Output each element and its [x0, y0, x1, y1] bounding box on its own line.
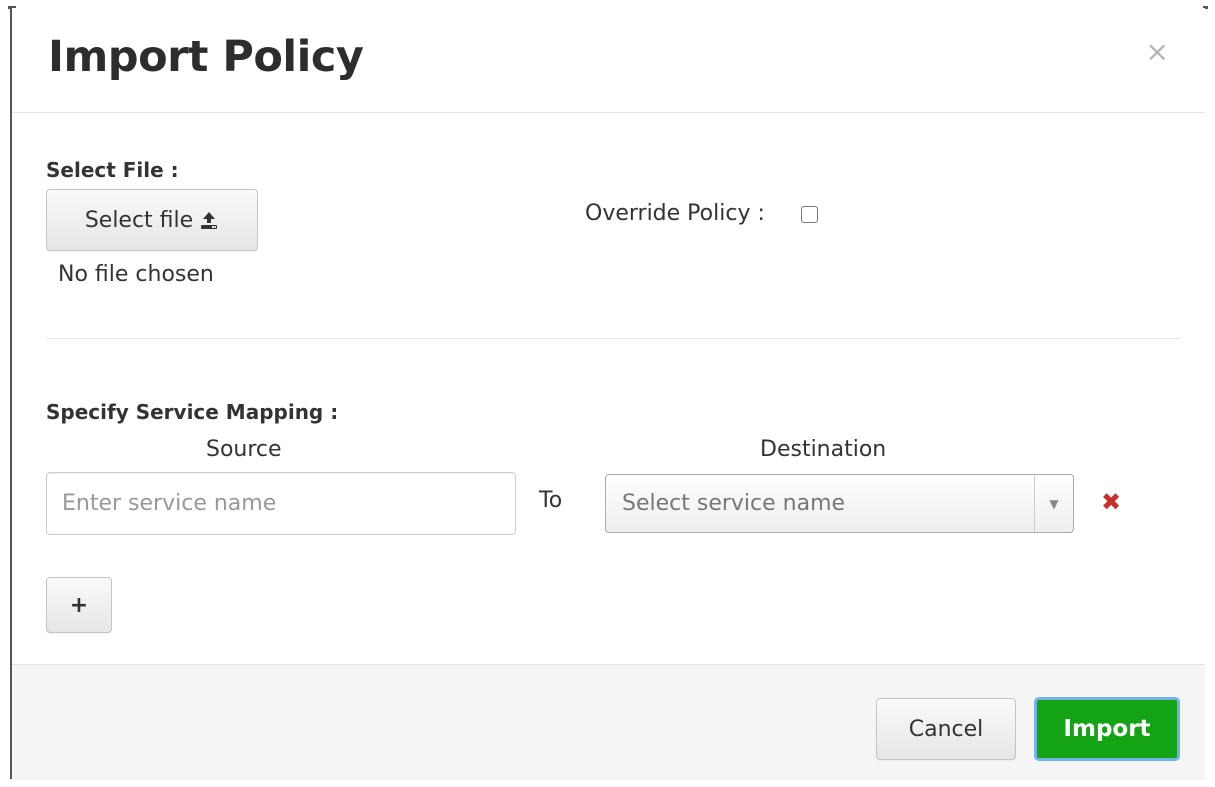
section-divider [46, 338, 1180, 339]
destination-service-select[interactable]: Select service name ▼ [605, 474, 1074, 533]
file-status: No file chosen [58, 262, 214, 287]
close-icon[interactable]: × [1146, 38, 1169, 66]
select-file-label: Select File : [46, 158, 179, 182]
override-policy-label: Override Policy : [585, 201, 765, 226]
cancel-button[interactable]: Cancel [876, 698, 1016, 760]
dialog-header: Import Policy × [12, 8, 1205, 113]
dialog-footer: Cancel Import [12, 664, 1205, 780]
destination-column-header: Destination [760, 437, 887, 462]
add-mapping-button[interactable]: + [46, 577, 112, 633]
select-file-button-label: Select file [84, 207, 194, 233]
override-policy-checkbox[interactable] [801, 206, 818, 223]
upload-icon [199, 210, 219, 230]
service-mapping-label: Specify Service Mapping : [46, 400, 339, 424]
remove-mapping-icon[interactable]: ✖ [1101, 488, 1121, 516]
destination-service-placeholder: Select service name [622, 491, 846, 516]
dialog-title: Import Policy [48, 32, 364, 82]
source-column-header: Source [206, 437, 282, 462]
source-service-placeholder: Enter service name [62, 491, 277, 516]
import-button[interactable]: Import [1034, 697, 1180, 761]
chevron-down-icon: ▼ [1034, 475, 1073, 532]
source-service-input[interactable]: Enter service name [46, 472, 516, 535]
select-file-button[interactable]: Select file [46, 189, 258, 251]
import-policy-dialog: Import Policy × Select File : Select fil… [10, 8, 1205, 780]
to-label: To [539, 488, 563, 513]
